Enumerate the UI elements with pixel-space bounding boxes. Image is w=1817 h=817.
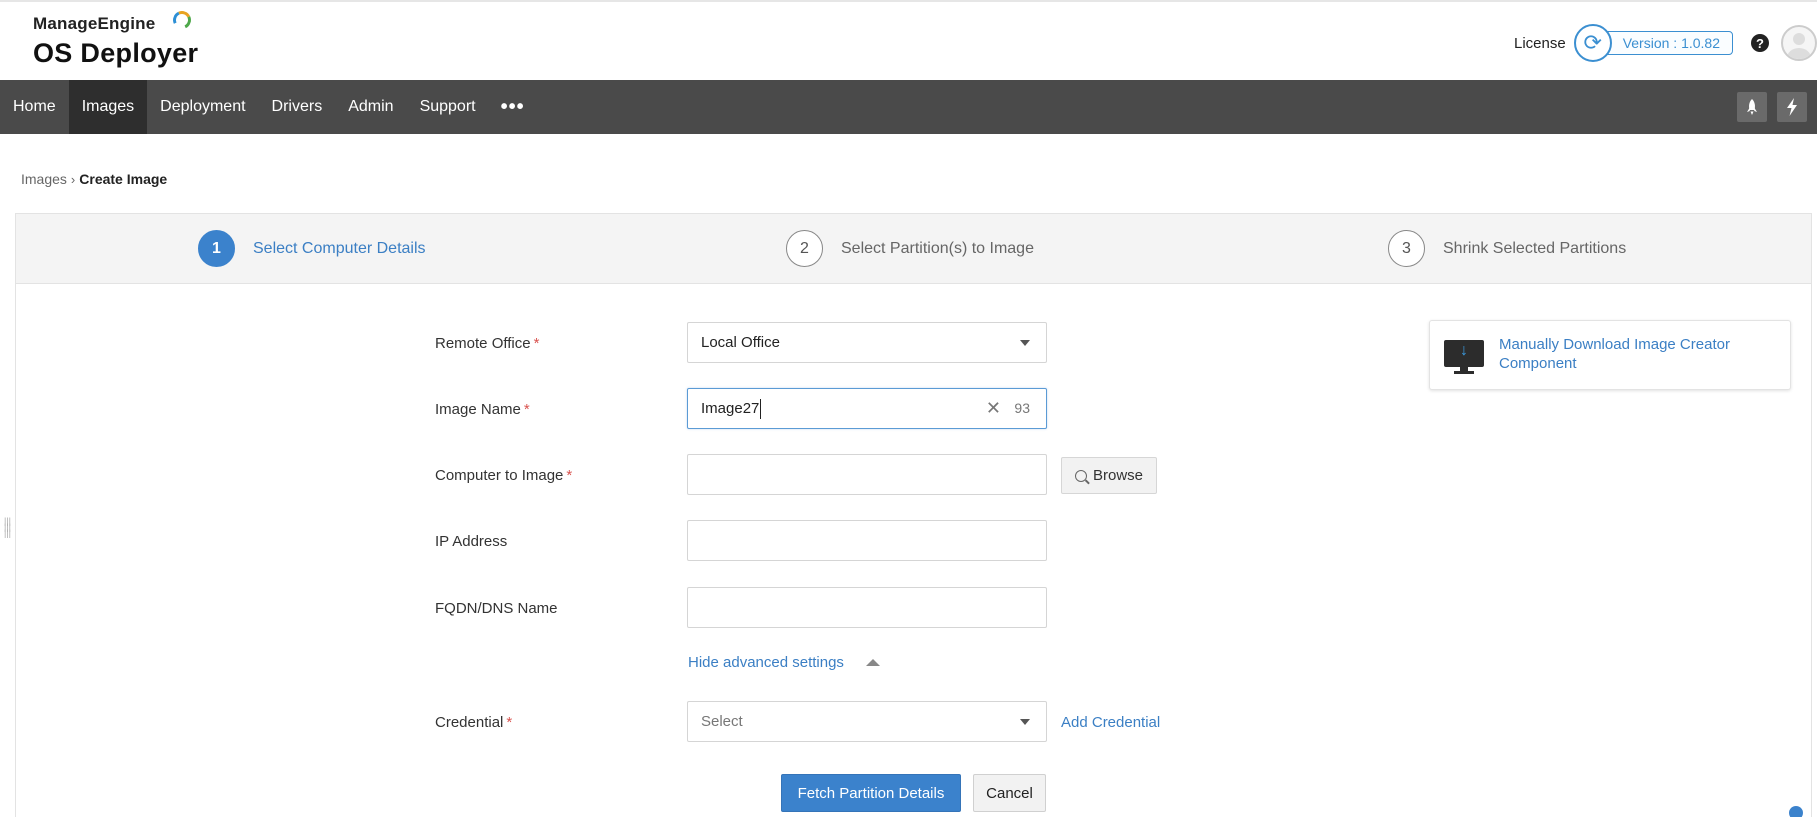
help-icon[interactable]: ? bbox=[1751, 34, 1769, 52]
version-badge[interactable]: Version : 1.0.82 bbox=[1601, 31, 1733, 55]
brand-product: OS Deployer bbox=[33, 38, 199, 68]
brand-arc-icon bbox=[170, 8, 194, 32]
credential-label-text: Credential bbox=[435, 714, 504, 731]
step-select-partitions[interactable]: 2 Select Partition(s) to Image bbox=[786, 230, 1034, 267]
remote-office-label-text: Remote Office bbox=[435, 335, 531, 352]
chat-bubble-icon[interactable] bbox=[1789, 806, 1803, 817]
ip-address-input[interactable] bbox=[687, 520, 1047, 561]
computer-input[interactable] bbox=[687, 454, 1047, 495]
search-icon bbox=[1074, 469, 1087, 482]
required-marker: * bbox=[506, 714, 513, 731]
required-marker: * bbox=[533, 335, 540, 352]
remote-office-value: Local Office bbox=[701, 334, 780, 351]
page: ManageEngine OS Deployer License ⟳ Versi… bbox=[0, 0, 1817, 817]
fetch-partition-details-button[interactable]: Fetch Partition Details bbox=[781, 774, 961, 812]
image-name-input[interactable]: Image27 ✕ 93 bbox=[687, 388, 1047, 429]
sidebar-handle-icon[interactable]: ||| ||| ||| bbox=[4, 517, 12, 548]
monitor-download-icon: ↓ bbox=[1444, 340, 1484, 374]
nav-item-drivers[interactable]: Drivers bbox=[259, 80, 336, 134]
advanced-toggle-text: Hide advanced settings bbox=[688, 654, 844, 671]
remote-office-select[interactable]: Local Office bbox=[687, 322, 1047, 363]
browse-button[interactable]: Browse bbox=[1061, 457, 1157, 494]
step-label: Select Partition(s) to Image bbox=[841, 239, 1034, 257]
wizard-steps: 1 Select Computer Details 2 Select Parti… bbox=[16, 214, 1811, 284]
user-avatar[interactable] bbox=[1781, 25, 1817, 61]
text-cursor bbox=[760, 398, 762, 419]
brand-company-text: ManageEngine bbox=[33, 14, 156, 33]
lightning-icon[interactable] bbox=[1777, 92, 1807, 122]
credential-select[interactable]: Select bbox=[687, 701, 1047, 742]
nav-item-support[interactable]: Support bbox=[407, 80, 489, 134]
step-number: 3 bbox=[1388, 230, 1425, 267]
nav-item-admin[interactable]: Admin bbox=[335, 80, 406, 134]
char-counter: 93 bbox=[1014, 400, 1030, 416]
fqdn-input[interactable] bbox=[687, 587, 1047, 628]
nav-quick-actions bbox=[1727, 92, 1807, 122]
chevron-down-icon bbox=[1020, 340, 1030, 346]
fqdn-label: FQDN/DNS Name bbox=[435, 600, 558, 617]
add-credential-link[interactable]: Add Credential bbox=[1061, 714, 1160, 731]
required-marker: * bbox=[523, 401, 530, 418]
breadcrumb-current: Create Image bbox=[79, 171, 168, 187]
app-header: ManageEngine OS Deployer License ⟳ Versi… bbox=[0, 0, 1817, 80]
cancel-button[interactable]: Cancel bbox=[973, 774, 1046, 812]
image-name-value: Image27 bbox=[701, 400, 760, 417]
breadcrumb-images[interactable]: Images bbox=[21, 171, 67, 187]
browse-label: Browse bbox=[1092, 467, 1144, 484]
image-name-label-text: Image Name bbox=[435, 401, 521, 418]
brand-company: ManageEngine bbox=[33, 8, 198, 34]
step-select-computer[interactable]: 1 Select Computer Details bbox=[198, 230, 426, 267]
breadcrumb: Images › Create Image bbox=[21, 171, 167, 187]
ip-address-label: IP Address bbox=[435, 533, 508, 550]
download-component-card[interactable]: ↓ Manually Download Image Creator Compon… bbox=[1429, 320, 1791, 390]
hide-advanced-settings-link[interactable]: Hide advanced settings bbox=[688, 654, 880, 671]
rocket-icon[interactable] bbox=[1737, 92, 1767, 122]
step-number: 1 bbox=[198, 230, 235, 267]
chevron-down-icon bbox=[1020, 719, 1030, 725]
breadcrumb-chevron-icon: › bbox=[70, 171, 76, 187]
step-label: Shrink Selected Partitions bbox=[1443, 239, 1627, 257]
step-number: 2 bbox=[786, 230, 823, 267]
refresh-icon[interactable]: ⟳ bbox=[1573, 24, 1612, 62]
required-marker: * bbox=[566, 467, 573, 484]
chevron-up-icon bbox=[865, 659, 880, 666]
nav-item-images[interactable]: Images bbox=[68, 80, 148, 134]
download-component-link[interactable]: Manually Download Image Creator Componen… bbox=[1499, 335, 1779, 373]
step-shrink-partitions[interactable]: 3 Shrink Selected Partitions bbox=[1388, 230, 1626, 267]
computer-label: Computer to Image * bbox=[435, 467, 572, 484]
header-actions: License ⟳ Version : 1.0.82 ? bbox=[1514, 22, 1817, 64]
main-nav: Home Images Deployment Drivers Admin Sup… bbox=[0, 80, 1817, 134]
clear-icon[interactable]: ✕ bbox=[986, 398, 1001, 419]
brand-logo[interactable]: ManageEngine OS Deployer bbox=[33, 8, 199, 69]
computer-label-text: Computer to Image bbox=[435, 467, 564, 484]
credential-label: Credential * bbox=[435, 714, 512, 731]
license-link[interactable]: License bbox=[1514, 35, 1566, 52]
nav-item-deployment[interactable]: Deployment bbox=[147, 80, 258, 134]
nav-item-home[interactable]: Home bbox=[0, 80, 69, 134]
image-name-label: Image Name * bbox=[435, 401, 530, 418]
credential-placeholder: Select bbox=[701, 713, 743, 730]
nav-more-icon[interactable]: ••• bbox=[489, 80, 537, 134]
remote-office-label: Remote Office * bbox=[435, 335, 539, 352]
step-label: Select Computer Details bbox=[253, 239, 426, 257]
